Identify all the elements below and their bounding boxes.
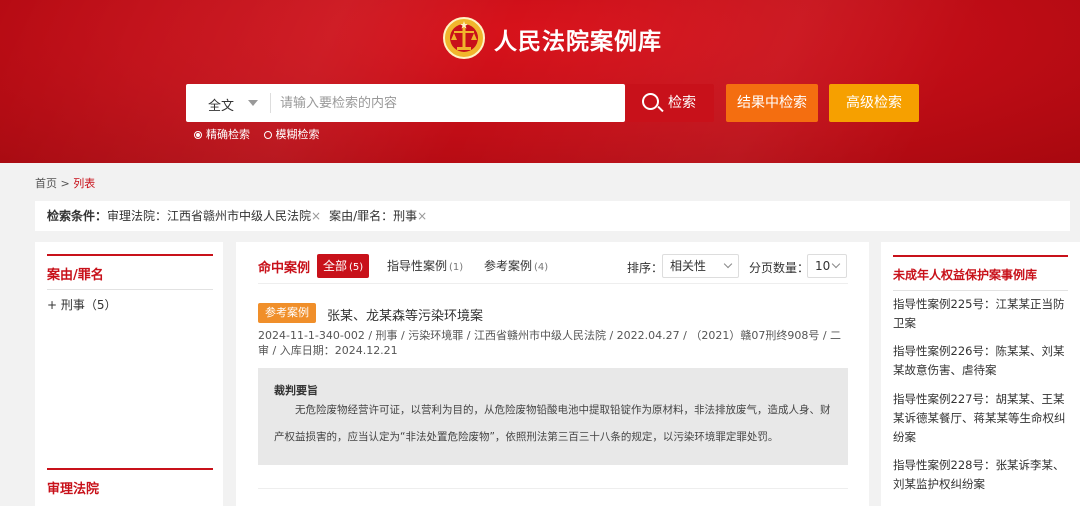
remove-filter-court-icon[interactable]: × [311,209,321,223]
chevron-down-icon [831,259,841,269]
case-title-link[interactable]: 张某、龙某森等污染环境案 [327,305,483,324]
case-meta: 2024-11-1-340-002 / 刑事 / 污染环境罪 / 江西省赣州市中… [258,329,842,357]
tab-reference-cases[interactable]: 参考案例 (4) [484,254,548,278]
summary-text: 无危险废物经营许可证，以营利为目的，从危险废物铅酸电池中提取铅锭作为原材料，非法… [274,404,831,443]
page-size-select[interactable]: 10 [807,254,847,278]
advanced-search-button[interactable]: 高级检索 [829,84,919,122]
filter-conditions-bar: 检索条件：审理法院：江西省赣州市中级人民法院× 案由/罪名：刑事× [35,201,1070,231]
court-emblem-icon[interactable] [442,16,486,60]
left-facet-panel: 案由/罪名 + 刑事（5） 审理法院 [35,242,223,506]
facet-heading-cause: 案由/罪名 [47,254,213,290]
guiding-case-link[interactable]: 指导性案例226号：陈某某、刘某某故意伤害、虐待案 [893,342,1073,380]
guiding-case-link[interactable]: 指导性案例228号：张某诉李某、刘某监护权纠纷案 [893,456,1073,494]
filter-label: 检索条件： [47,209,108,223]
radio-selected-icon [194,131,202,139]
search-button[interactable]: 检索 [626,84,714,122]
right-sidebar: 未成年人权益保护案事例库 指导性案例225号：江某某正当防卫案 指导性案例226… [881,242,1080,506]
sort-select[interactable]: 相关性 [662,254,739,278]
site-header: 人民法院案例库 全文 检索 结果中检索 高级检索 精确检索 模糊检索 [0,0,1080,163]
facet-heading-court: 审理法院 [47,468,213,497]
breadcrumb-home[interactable]: 首页 [35,177,57,190]
search-input[interactable] [280,84,620,122]
breadcrumb-separator: > [60,177,70,190]
sidebar-heading: 未成年人权益保护案事例库 [893,255,1068,291]
heading-underline [893,290,1068,291]
search-box: 全文 [186,84,625,122]
fuzzy-match-radio[interactable]: 模糊检索 [263,128,320,141]
breadcrumb-current: 列表 [73,177,96,190]
search-within-results-button[interactable]: 结果中检索 [726,84,818,122]
case-type-badge: 参考案例 [258,303,316,323]
filter-cause: 案由/罪名：刑事 [329,209,418,223]
heading-underline [47,289,213,290]
remove-filter-cause-icon[interactable]: × [417,209,427,223]
case-summary-box: 裁判要旨 无危险废物经营许可证，以营利为目的，从危险废物铅酸电池中提取铅锭作为原… [258,368,848,465]
site-title[interactable]: 人民法院案例库 [494,22,662,56]
search-button-label: 检索 [668,95,696,111]
divider [270,93,271,113]
search-scope-label: 全文 [208,99,235,114]
search-icon [642,93,659,110]
search-scope-select[interactable]: 全文 [186,84,270,122]
page-size-label: 分页数量： [749,261,810,275]
breadcrumb: 首页 > 列表 [35,175,95,191]
divider [258,488,848,489]
exact-match-radio[interactable]: 精确检索 [194,128,250,141]
guiding-case-link[interactable]: 指导性案例225号：江某某正当防卫案 [893,295,1073,333]
filter-court: 审理法院：江西省赣州市中级人民法院 [107,209,312,223]
divider [258,283,848,284]
radio-unselected-icon [263,131,272,139]
summary-heading: 裁判要旨 [274,384,318,397]
guiding-case-link[interactable]: 指导性案例227号：胡某某、王某某诉德某餐厅、蒋某某等生命权纠纷案 [893,390,1073,447]
sort-label: 排序： [627,261,664,275]
results-panel: 命中案例 全部 (5) 指导性案例 (1) 参考案例 (4) 排序： 相关性 分页数量… [236,242,869,506]
tab-guiding-cases[interactable]: 指导性案例 (1) [387,254,463,278]
match-mode-options: 精确检索 模糊检索 [194,126,330,142]
tab-all[interactable]: 全部 (5) [317,254,370,278]
chevron-down-icon [723,259,733,269]
dropdown-arrow-icon [248,100,258,106]
facet-item-criminal[interactable]: + 刑事（5） [47,296,117,313]
results-title: 命中案例 [258,261,311,276]
